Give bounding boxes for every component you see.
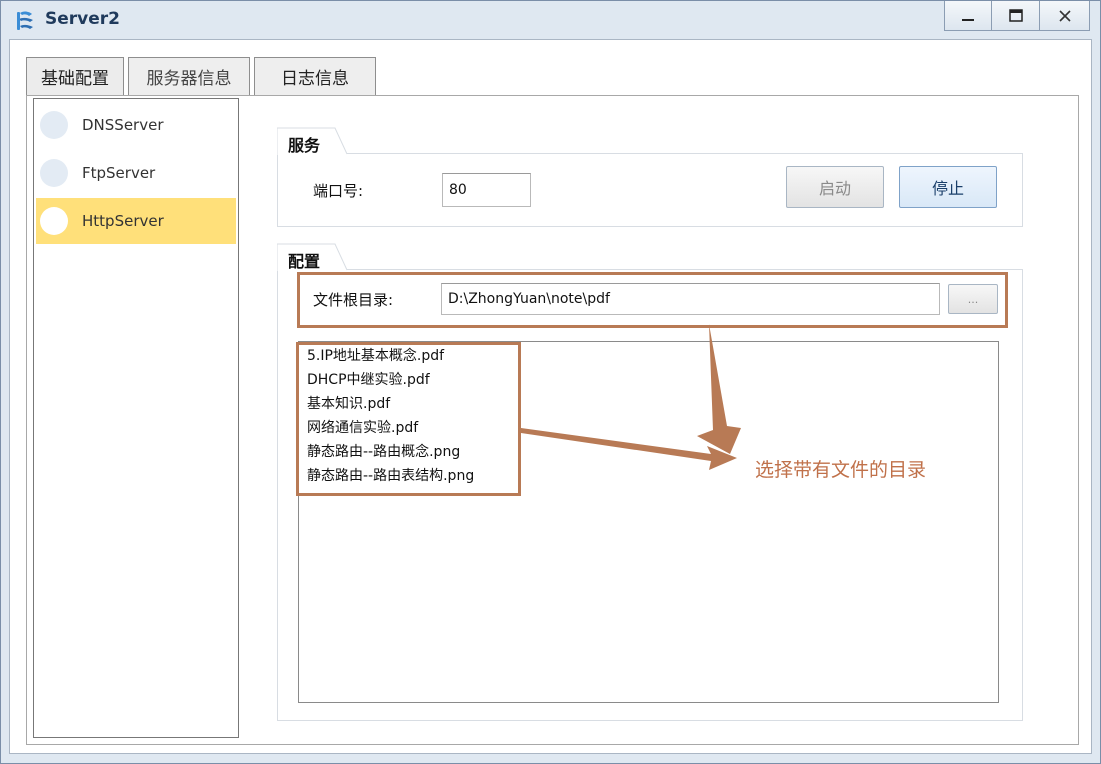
server-item-label: DNSServer	[82, 116, 164, 134]
tab-log-info[interactable]: 日志信息	[254, 57, 376, 95]
arrow-down-icon	[697, 324, 741, 454]
server-item-label: FtpServer	[82, 164, 156, 182]
status-dot-icon	[40, 111, 68, 139]
status-dot-icon	[40, 159, 68, 187]
app-icon	[17, 11, 33, 30]
file-list-highlight-box	[296, 342, 521, 496]
maximize-icon	[1008, 8, 1023, 22]
tab-bar: 基础配置 服务器信息 日志信息	[26, 57, 380, 95]
minimize-icon	[962, 18, 974, 21]
close-button[interactable]	[1040, 1, 1090, 31]
annotation-arrows	[521, 324, 741, 470]
annotation-text: 选择带有文件的目录	[755, 459, 927, 481]
server-item-dns[interactable]: DNSServer	[36, 102, 236, 148]
tab-basic-config[interactable]: 基础配置	[26, 57, 124, 95]
tab-server-info[interactable]: 服务器信息	[128, 57, 250, 95]
server-item-label: HttpServer	[82, 212, 164, 230]
stop-button[interactable]: 停止	[899, 166, 997, 208]
close-icon	[1058, 9, 1071, 22]
service-group-title: 服务	[278, 130, 331, 158]
config-group-title: 配置	[278, 246, 331, 274]
title-bar: Server2	[1, 1, 1100, 39]
minimize-button[interactable]	[944, 1, 992, 31]
window-title: Server2	[45, 9, 120, 29]
server-list: DNSServer FtpServer HttpServer	[33, 98, 239, 738]
server-item-http[interactable]: HttpServer	[36, 198, 236, 244]
start-button[interactable]: 启动	[786, 166, 884, 208]
status-dot-icon	[40, 207, 68, 235]
port-label: 端口号:	[313, 182, 364, 200]
port-input[interactable]: 80	[442, 173, 531, 207]
server-item-ftp[interactable]: FtpServer	[36, 150, 236, 196]
server2-window: Server2 基础配置 服务器信息 日志信息 DNSServer FtpSer…	[0, 0, 1101, 764]
maximize-button[interactable]	[992, 1, 1040, 31]
